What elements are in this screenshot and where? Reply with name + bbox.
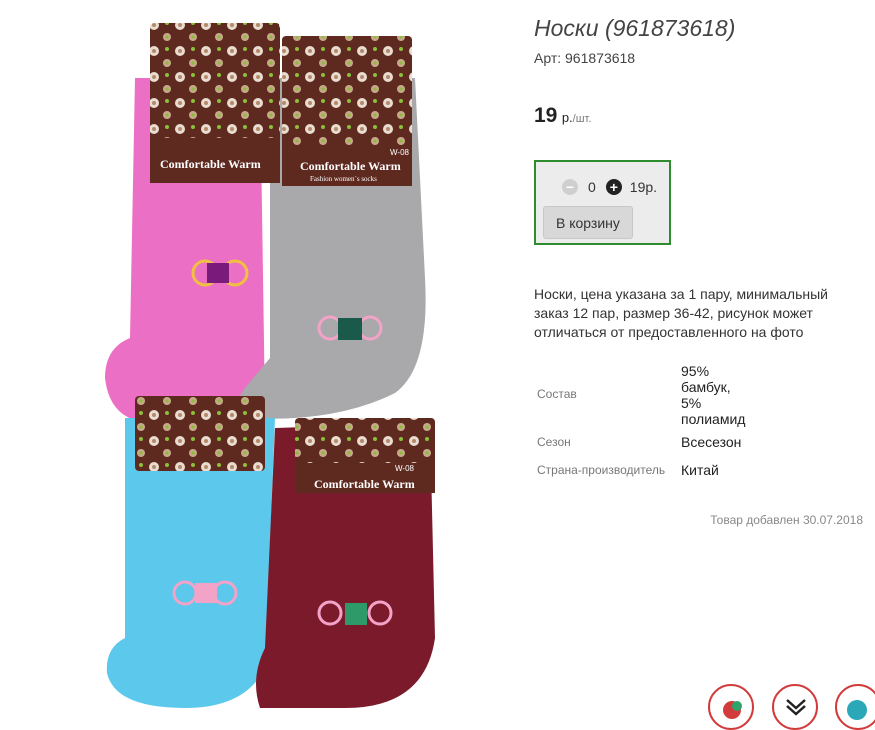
product-price: 19 р./шт.	[534, 104, 591, 128]
spec-value-season: Всесезон	[681, 434, 742, 450]
spec-value-country: Китай	[681, 462, 719, 478]
spec-value-line: 5%	[681, 395, 702, 411]
svg-text:Comfortable Warm: Comfortable Warm	[314, 477, 415, 491]
product-title: Носки (961873618)	[534, 15, 736, 41]
product-image[interactable]: Comfortable Warm Comfortable Warm Fashio…	[95, 18, 445, 708]
price-per: /шт.	[572, 113, 592, 125]
plus-icon[interactable]: +	[605, 179, 622, 195]
socks-photo: Comfortable Warm Comfortable Warm Fashio…	[105, 23, 435, 708]
quantity-value[interactable]: 0	[588, 179, 596, 195]
price-value: 19	[534, 104, 558, 127]
spec-value-line: полиамид	[681, 411, 746, 427]
teal-circle-icon	[847, 700, 867, 720]
price-currency: р.	[561, 110, 573, 125]
quantity-total: 19р.	[629, 179, 658, 195]
svg-text:Comfortable Warm: Comfortable Warm	[160, 157, 261, 171]
svg-text:Comfortable Warm: Comfortable Warm	[300, 159, 401, 173]
add-to-cart-box: − 0 + 19р. В корзину	[534, 160, 671, 245]
spec-label-composition: Состав	[537, 387, 577, 401]
minus-icon[interactable]: −	[562, 179, 578, 195]
floating-button-1[interactable]	[708, 684, 754, 730]
spec-value-composition: 95% бамбук, 5% полиамид	[681, 363, 745, 427]
product-sku: Арт: 961873618	[534, 50, 636, 66]
product-description: Носки, цена указана за 1 пару, минимальн…	[534, 286, 828, 340]
svg-text:W-08: W-08	[395, 464, 415, 473]
add-to-cart-button[interactable]: В корзину	[543, 206, 633, 239]
spec-label-country: Страна-производитель	[537, 463, 666, 477]
spec-value-line: бамбук,	[681, 379, 731, 395]
svg-text:W-08: W-08	[390, 148, 410, 157]
floating-button-3[interactable]	[835, 684, 875, 730]
added-date: Товар добавлен 30.07.2018	[710, 513, 863, 527]
spec-value-line: 95%	[681, 363, 710, 379]
floating-button-2[interactable]	[772, 684, 818, 730]
svg-text:Fashion women`s socks: Fashion women`s socks	[310, 175, 377, 183]
quantity-stepper: − 0 + 19р.	[562, 178, 657, 196]
red-circle-icon	[723, 701, 742, 719]
chevrons-down-icon	[786, 699, 806, 716]
spec-label-season: Сезон	[537, 435, 571, 449]
